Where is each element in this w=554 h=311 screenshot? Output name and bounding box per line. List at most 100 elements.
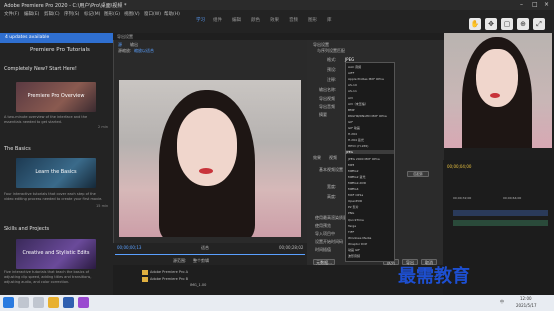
scrubber[interactable] xyxy=(115,254,305,255)
format-option[interactable]: AS-11 xyxy=(348,89,357,93)
start-timecode-checkbox[interactable]: 设置开始时间码 xyxy=(315,239,343,245)
ruler-label: 00;00;64;00 xyxy=(503,196,522,200)
premiere-icon[interactable] xyxy=(78,297,89,308)
move-icon[interactable]: ✥ xyxy=(485,18,497,30)
format-option[interactable]: H.264 蓝光 xyxy=(348,138,364,142)
format-option[interactable]: DNxHR/DNxHD MXF OP1a xyxy=(348,114,387,118)
tab-video[interactable]: 视频 xyxy=(329,155,337,161)
width-label: 宽度: xyxy=(327,184,337,189)
format-option[interactable]: Windows Media xyxy=(348,236,371,240)
tab-learning[interactable]: 学习 xyxy=(196,17,205,23)
format-option[interactable]: AVI（未压缩） xyxy=(348,102,368,106)
tab-assembly[interactable]: 组件 xyxy=(213,17,222,23)
metadata-button[interactable]: 元数据... xyxy=(313,259,335,265)
format-option[interactable]: AS-10 xyxy=(348,83,357,87)
project-file[interactable]: Adobe Premiere Pro B xyxy=(150,277,188,281)
dialog-title: 导出设置 xyxy=(117,34,133,39)
format-option[interactable]: MP3 xyxy=(348,163,354,167)
format-option[interactable]: 动画 GIF xyxy=(348,248,360,252)
tab-effects[interactable]: 效果 xyxy=(313,155,321,161)
format-option[interactable]: OpenEXR xyxy=(348,199,362,203)
explorer-icon[interactable] xyxy=(48,297,59,308)
fit-select[interactable]: 适合 xyxy=(201,245,209,251)
time-interp-label: 时间插值 xyxy=(315,247,331,252)
project-file[interactable]: Adobe Premiere Pro A xyxy=(150,270,188,274)
video-track[interactable] xyxy=(453,210,548,216)
format-option[interactable]: AVI xyxy=(348,96,353,100)
clip-thumbnail-label[interactable]: IMG_1.00 xyxy=(190,283,206,287)
format-option[interactable]: AIFF xyxy=(348,71,354,75)
export-audio-checkbox[interactable]: 导出音频 xyxy=(319,104,335,110)
format-option[interactable]: MPEG2-DVD xyxy=(348,181,366,185)
maximize-icon[interactable]: □ xyxy=(532,1,538,8)
format-option[interactable]: BMP xyxy=(348,108,354,112)
clock-time[interactable]: 12:00 xyxy=(520,296,532,301)
format-option[interactable]: GIF xyxy=(348,120,353,124)
clock-date[interactable]: 2021/5/17 xyxy=(516,303,537,308)
format-option[interactable]: H.264 xyxy=(348,132,357,136)
output-name-label: 输出名称: xyxy=(319,87,337,92)
title-bar: Adobe Premiere Pro 2020 - C:\用户\Pro\桌面\视… xyxy=(0,0,554,10)
match-sequence-checkbox[interactable]: 与序列设置匹配 xyxy=(317,48,345,54)
max-render-checkbox[interactable]: 使用最高渲染质量 xyxy=(315,215,347,221)
fit-icon[interactable]: ⤢ xyxy=(533,18,545,30)
section-skills: Skills and Projects xyxy=(4,226,50,232)
source-scale-select[interactable]: 缩放以适合 xyxy=(134,48,154,54)
tab-graphics[interactable]: 图形 xyxy=(308,17,317,23)
crop-icon[interactable]: ▢ xyxy=(501,18,513,30)
zoom-icon[interactable]: ⊕ xyxy=(517,18,529,30)
format-option[interactable]: P2 影片 xyxy=(348,205,359,209)
card-duration: 15 min xyxy=(96,204,109,208)
close-icon[interactable]: × xyxy=(544,1,549,8)
tab-color[interactable]: 颜色 xyxy=(251,17,260,23)
window-title: Adobe Premiere Pro 2020 - C:\用户\Pro\桌面\视… xyxy=(4,3,127,9)
playback-bar: 00;00;00;13 适合 00;00;28;02 源范围: 整个剪辑 xyxy=(113,243,308,265)
browser-icon[interactable] xyxy=(63,297,74,308)
export-video-checkbox[interactable]: 导出视频 xyxy=(319,96,335,102)
format-option[interactable]: JPEG xyxy=(346,150,394,155)
format-option[interactable]: MPEG4 xyxy=(348,187,359,191)
format-option[interactable]: Targa xyxy=(348,224,356,228)
tutorial-card-basics[interactable]: Learn the Basics xyxy=(16,158,96,188)
tab-effects[interactable]: 效果 xyxy=(270,17,279,23)
format-option[interactable]: MPEG2 xyxy=(348,169,359,173)
format-option[interactable]: MPEG2 蓝光 xyxy=(348,175,365,179)
use-previews-checkbox[interactable]: 使用预览 xyxy=(315,223,331,229)
tutorial-card-creative[interactable]: Creative and Stylistic Edits xyxy=(16,239,96,269)
taskview-icon[interactable] xyxy=(33,297,44,308)
start-icon[interactable] xyxy=(3,297,14,308)
format-option[interactable]: HEVC (H.265) xyxy=(348,144,368,148)
format-option[interactable]: PNG xyxy=(348,211,354,215)
match-source-button[interactable]: 匹配源 xyxy=(407,171,429,177)
format-option[interactable]: GIF 动画 xyxy=(348,126,360,130)
ime-indicator[interactable]: 中 xyxy=(500,299,504,305)
format-dropdown-list[interactable]: AAC 音频 AIFF Apple ProRes MXF OP1a AS-10 AS-1… xyxy=(345,62,395,262)
tab-editing[interactable]: 编辑 xyxy=(232,17,241,23)
tool-icons: ✋ ✥ ▢ ⊕ ⤢ xyxy=(465,15,550,33)
format-option[interactable]: QuickTime xyxy=(348,218,364,222)
tab-libraries[interactable]: 库 xyxy=(327,17,332,23)
format-option[interactable]: JPEG 2000 MXF OP1a xyxy=(348,157,380,161)
format-option[interactable]: 波形音频 xyxy=(348,254,360,258)
format-option[interactable]: MXF OP1a xyxy=(348,193,363,197)
range-select[interactable]: 整个剪辑 xyxy=(193,258,209,264)
updates-banner[interactable]: 4 updates available xyxy=(0,33,113,43)
tab-audio[interactable]: 音频 xyxy=(289,17,298,23)
range-label: 源范围: xyxy=(173,258,187,263)
format-option[interactable]: AAC 音频 xyxy=(348,65,361,69)
import-project-checkbox[interactable]: 导入项目中 xyxy=(315,231,335,237)
basic-settings-label: 基本视频设置 xyxy=(319,167,343,172)
section-basics: The Basics xyxy=(4,146,31,152)
minimize-icon[interactable]: – xyxy=(520,1,523,8)
audio-track[interactable] xyxy=(453,220,548,226)
tutorial-card-overview[interactable]: Premiere Pro Overview xyxy=(16,82,96,112)
format-option[interactable]: Apple ProRes MXF OP1a xyxy=(348,77,384,81)
search-icon[interactable] xyxy=(18,297,29,308)
format-option[interactable]: TIFF xyxy=(348,230,354,234)
height-label: 高度: xyxy=(327,194,337,199)
hand-icon[interactable]: ✋ xyxy=(469,18,481,30)
card-title: Premiere Pro Overview xyxy=(27,93,85,99)
card-description: Four interactive tutorials that cover ea… xyxy=(4,192,103,201)
taskbar: 中 12:00 2021/5/17 xyxy=(0,295,554,311)
format-option[interactable]: Wraptor DCP xyxy=(348,242,367,246)
